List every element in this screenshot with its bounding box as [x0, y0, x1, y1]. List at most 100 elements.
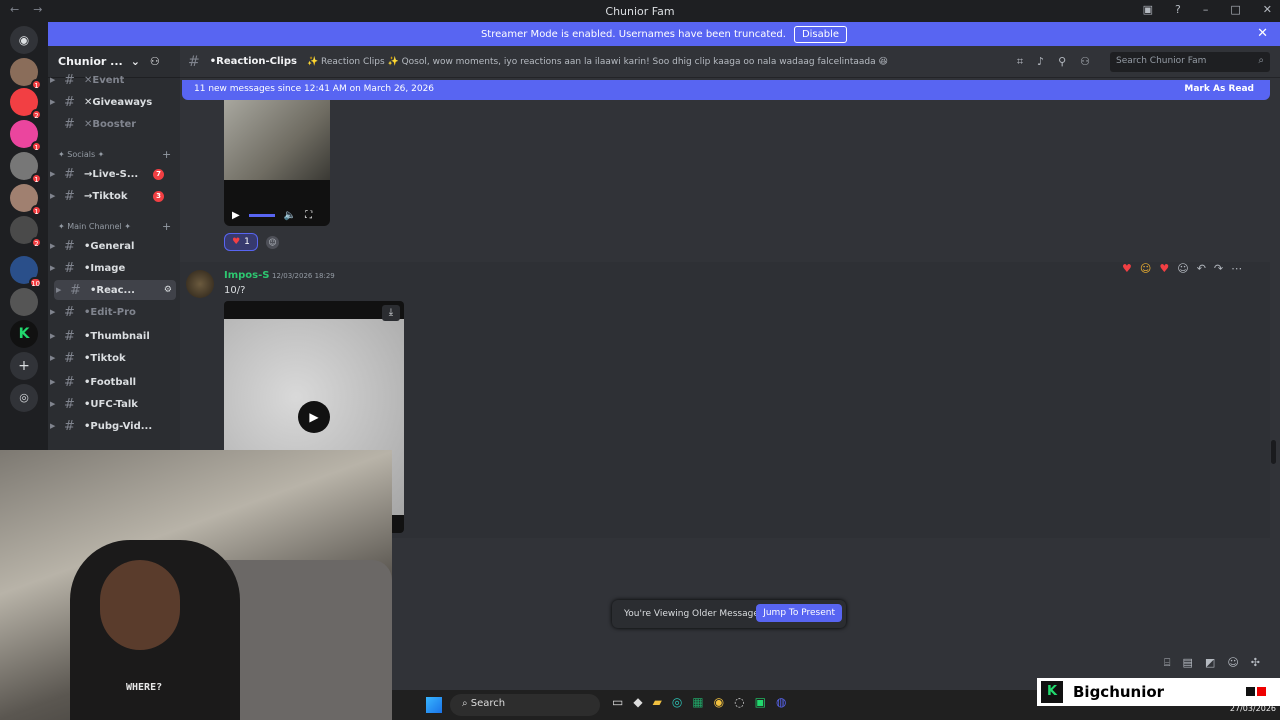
volume-slider[interactable]: [248, 213, 275, 217]
pin-icon[interactable]: ⚲: [1058, 55, 1066, 69]
reaction-chip[interactable]: ♥ 1: [224, 233, 258, 251]
members-icon[interactable]: ⚇: [1080, 55, 1090, 69]
minimize-icon[interactable]: –: [1203, 3, 1209, 16]
emoji-icon[interactable]: ☺: [1227, 656, 1238, 678]
red-heart-emoji-icon[interactable]: ♥: [1159, 262, 1169, 275]
expand-icon[interactable]: ▶: [50, 308, 60, 316]
channel-item[interactable]: ▶ # •Tiktok: [48, 348, 180, 368]
forward-icon[interactable]: ↷: [1214, 262, 1223, 275]
more-icon[interactable]: ⋯: [1231, 262, 1242, 275]
gif-icon[interactable]: ▤: [1183, 656, 1193, 678]
close-icon[interactable]: ✕: [1257, 26, 1268, 41]
chevron-down-icon[interactable]: ⌄: [131, 55, 140, 68]
chrome-icon[interactable]: ◉: [714, 695, 724, 709]
expand-icon[interactable]: ▶: [50, 378, 60, 386]
server-icon[interactable]: 2: [10, 88, 42, 120]
expand-icon[interactable]: ▶: [50, 354, 60, 362]
server-icon[interactable]: [10, 288, 38, 316]
channel-item[interactable]: ▶ # •UFC-Talk: [48, 394, 180, 414]
avatar[interactable]: [186, 270, 214, 298]
expand-icon[interactable]: ▶: [50, 264, 60, 272]
laugh-emoji-icon[interactable]: ☺: [1140, 262, 1151, 275]
scrollbar[interactable]: [1271, 440, 1276, 464]
expand-icon[interactable]: ▶: [50, 332, 60, 340]
discord-home-icon[interactable]: ◉: [10, 26, 38, 54]
add-member-icon[interactable]: ⚇: [150, 55, 160, 68]
disable-button[interactable]: Disable: [793, 25, 848, 43]
expand-icon[interactable]: ▶: [50, 192, 60, 200]
expand-icon[interactable]: ▶: [50, 400, 60, 408]
server-icon[interactable]: 1: [10, 58, 42, 90]
channel-item[interactable]: ▶ # •Pubg-Vid...: [48, 416, 180, 436]
add-reaction-icon[interactable]: ☺: [266, 236, 279, 249]
add-channel-icon[interactable]: +: [162, 220, 171, 233]
discord-taskbar-icon[interactable]: ◍: [776, 695, 786, 709]
mark-as-read-button[interactable]: Mark As Read: [1184, 84, 1254, 94]
server-icon[interactable]: 2: [10, 216, 42, 248]
video-attachment[interactable]: ▶ 🔈 ⛶: [224, 100, 330, 226]
category-socials[interactable]: ✦ Socials ✦ +: [58, 148, 171, 161]
play-icon[interactable]: ▶: [232, 210, 240, 221]
search-input[interactable]: Search Chunior Fam ⌕: [1110, 52, 1270, 72]
channel-item[interactable]: ▶ # •Image: [48, 258, 180, 278]
help-icon[interactable]: ?: [1175, 3, 1181, 16]
channel-item[interactable]: ▶ # •Thumbnail: [48, 326, 180, 346]
gift-icon[interactable]: ⌸: [1164, 656, 1171, 678]
server-icon[interactable]: 1: [10, 184, 42, 216]
new-messages-bar[interactable]: 11 new messages since 12:41 AM on March …: [182, 80, 1270, 100]
maximize-icon[interactable]: □: [1230, 3, 1240, 16]
app-icon[interactable]: ▣: [755, 695, 766, 709]
volume-icon[interactable]: 🔈: [284, 210, 296, 221]
add-reaction-icon[interactable]: ☺: [1177, 262, 1188, 275]
folder-icon[interactable]: ▰: [653, 695, 662, 709]
taskbar-search[interactable]: ⌕ Search: [450, 694, 600, 716]
reply-icon[interactable]: ↶: [1197, 262, 1206, 275]
channel-topic[interactable]: ✨ Reaction Clips ✨ Qosol, wow moments, i…: [307, 57, 888, 67]
message-author[interactable]: Impos-S: [224, 270, 269, 281]
expand-icon[interactable]: ▶: [50, 242, 60, 250]
sticker-icon[interactable]: ◩: [1205, 656, 1215, 678]
channel-item[interactable]: # ✕Booster: [48, 114, 180, 134]
expand-icon[interactable]: ▶: [50, 98, 60, 106]
hash-icon: #: [64, 328, 75, 344]
category-main-channel[interactable]: ✦ Main Channel ✦ +: [58, 220, 171, 233]
fullscreen-icon[interactable]: ⛶: [305, 210, 312, 221]
expand-icon[interactable]: ▶: [56, 286, 66, 294]
expand-icon[interactable]: ▶: [50, 422, 60, 430]
excel-icon[interactable]: ▦: [692, 695, 703, 709]
windows-start-icon[interactable]: [426, 697, 442, 713]
apps-icon[interactable]: ✣: [1251, 656, 1260, 678]
channel-item[interactable]: ▶ # •Football: [48, 372, 180, 392]
server-icon[interactable]: 1: [10, 120, 42, 152]
play-button-icon[interactable]: ▶: [298, 401, 330, 433]
threads-icon[interactable]: ⌗: [1017, 55, 1023, 69]
expand-icon[interactable]: ▶: [50, 76, 60, 84]
server-icon[interactable]: 10: [10, 256, 42, 288]
hash-icon: #: [64, 72, 75, 88]
timer-icon[interactable]: ◌: [734, 695, 744, 709]
add-channel-icon[interactable]: +: [162, 148, 171, 161]
channel-item[interactable]: ▶ # ✕Giveaways: [48, 92, 180, 112]
k-server-icon[interactable]: K: [10, 320, 38, 348]
jump-to-present-button[interactable]: Jump To Present: [756, 604, 842, 622]
settings-gear-icon[interactable]: ⚙: [164, 285, 172, 295]
channel-item[interactable]: ▶ # •General: [48, 236, 180, 256]
inbox-icon[interactable]: ▣: [1143, 3, 1153, 16]
channel-item[interactable]: ▶ # ✕Event: [48, 70, 180, 90]
server-icon[interactable]: 1: [10, 152, 42, 184]
task-view-icon[interactable]: ▭: [612, 695, 623, 709]
discover-icon[interactable]: ◎: [10, 384, 38, 412]
close-window-icon[interactable]: ✕: [1263, 3, 1272, 16]
channel-item[interactable]: ▶ # →Live-S... 7: [48, 164, 180, 184]
channel-item[interactable]: ▶ # →Tiktok 3: [48, 186, 180, 206]
edge-icon[interactable]: ◎: [672, 695, 682, 709]
expand-icon[interactable]: ▶: [50, 170, 60, 178]
copilot-icon[interactable]: ◆: [633, 695, 642, 709]
heart-emoji-icon[interactable]: ♥: [1122, 262, 1132, 275]
add-server-icon[interactable]: +: [10, 352, 38, 380]
channel-item[interactable]: ▶ # •Edit-Pro: [48, 302, 180, 322]
channel-item-active[interactable]: ▶ # •Reac... ⚙: [54, 280, 176, 300]
notifications-icon[interactable]: ♪: [1037, 55, 1044, 69]
window-controls: ▣ ? – □ ✕: [1143, 3, 1272, 16]
download-icon[interactable]: ⤓: [382, 305, 400, 321]
